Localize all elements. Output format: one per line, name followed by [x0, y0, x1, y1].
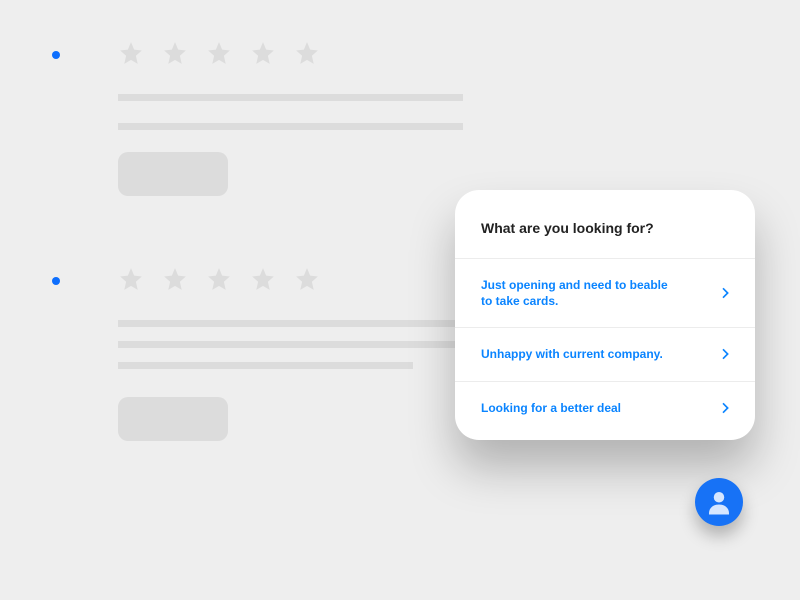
star-icon [162, 40, 188, 66]
text-placeholder [118, 94, 463, 101]
chevron-right-icon [717, 400, 733, 416]
popup-option-label: Unhappy with current company. [481, 346, 663, 362]
popup-option-label: Looking for a better deal [481, 400, 621, 416]
star-icon [206, 40, 232, 66]
star-icon [162, 266, 188, 292]
text-placeholder [118, 123, 463, 130]
review-item [52, 40, 800, 196]
popup-title: What are you looking for? [455, 190, 755, 259]
bullet-icon [52, 51, 60, 59]
popup-option[interactable]: Looking for a better deal [455, 382, 755, 440]
star-icon [250, 40, 276, 66]
star-icon [118, 40, 144, 66]
text-placeholder [118, 320, 463, 327]
star-rating [118, 40, 800, 66]
bullet-icon [52, 277, 60, 285]
text-placeholder [118, 341, 463, 348]
text-placeholder [118, 362, 413, 369]
star-icon [294, 266, 320, 292]
chat-avatar-button[interactable] [695, 478, 743, 526]
popup-option[interactable]: Unhappy with current company. [455, 328, 755, 381]
help-popup: What are you looking for? Just opening a… [455, 190, 755, 440]
star-icon [250, 266, 276, 292]
star-icon [118, 266, 144, 292]
chevron-right-icon [717, 285, 733, 301]
review-body [118, 40, 800, 196]
popup-option[interactable]: Just opening and need to beable to take … [455, 259, 755, 328]
star-icon [206, 266, 232, 292]
button-placeholder[interactable] [118, 152, 228, 196]
chevron-right-icon [717, 346, 733, 362]
star-icon [294, 40, 320, 66]
popup-option-label: Just opening and need to beable to take … [481, 277, 671, 309]
person-icon [704, 487, 734, 517]
button-placeholder[interactable] [118, 397, 228, 441]
